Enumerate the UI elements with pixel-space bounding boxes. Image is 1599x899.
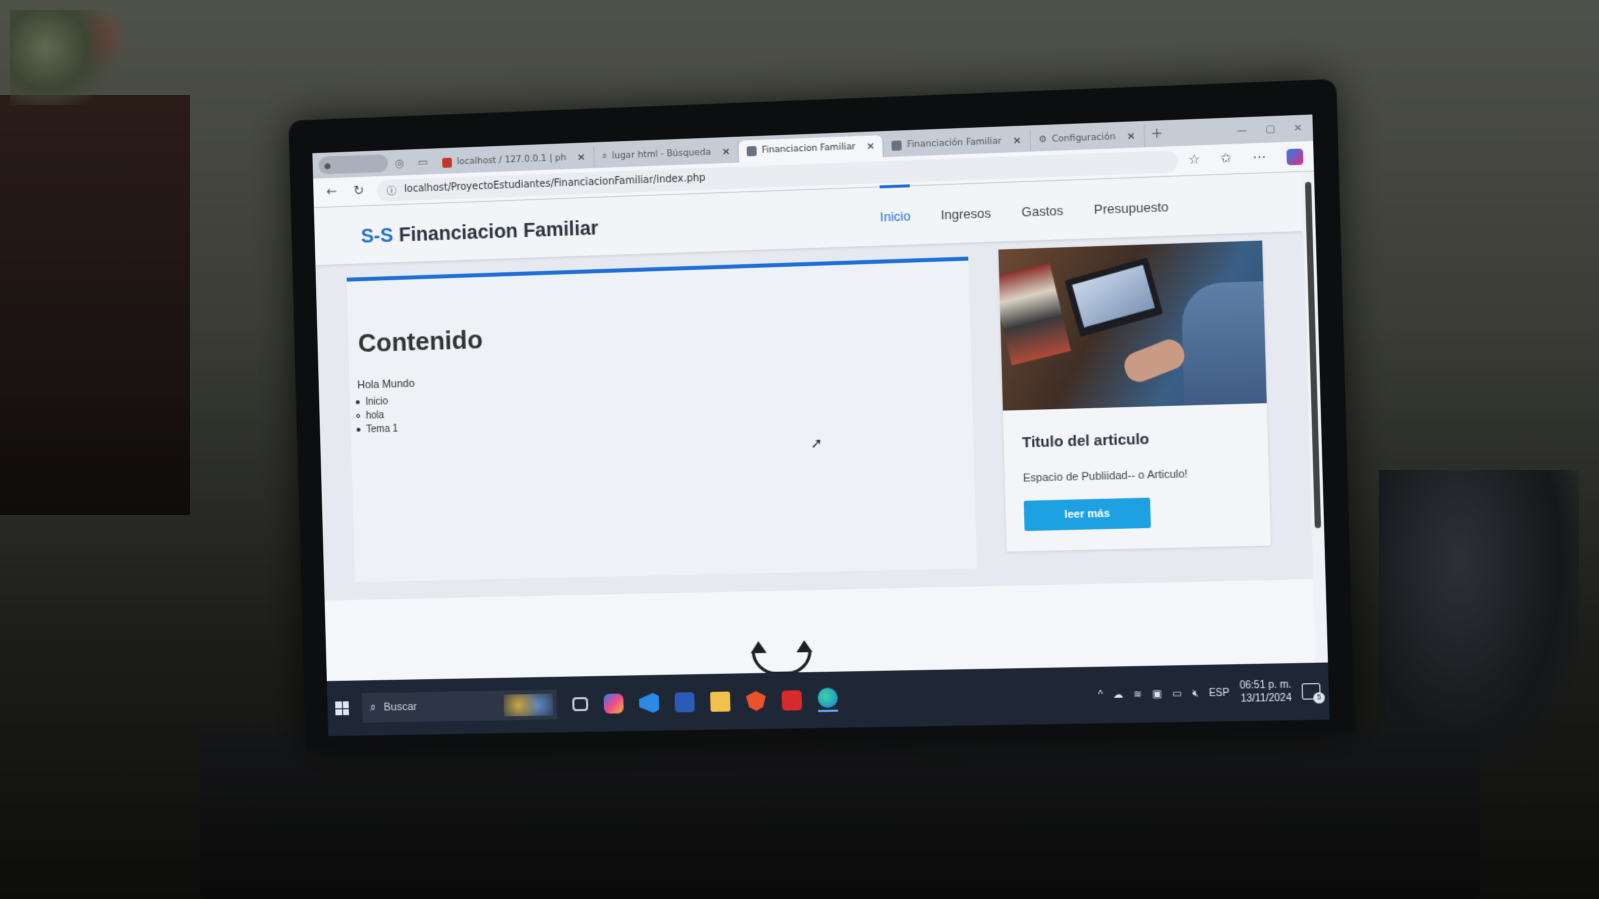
menu-item-ingresos[interactable]: Ingresos xyxy=(941,205,992,226)
list-item-text: Tema 1 xyxy=(366,423,399,435)
bullet-icon xyxy=(356,427,361,432)
tab-label: localhost / 127.0.0.1 | ph xyxy=(456,153,567,168)
bullet-icon xyxy=(356,413,361,418)
greeting-text: Hola Mundo xyxy=(357,377,415,392)
clock-time: 06:51 p. m. xyxy=(1239,679,1292,692)
laptop-base xyxy=(200,730,1480,899)
display-icon[interactable]: ▣ xyxy=(1152,688,1162,699)
desk-objects xyxy=(1379,470,1579,770)
task-view-icon[interactable] xyxy=(572,697,589,712)
brave-browser-icon[interactable] xyxy=(746,691,766,711)
volume-muted-icon[interactable]: 🔇︎ xyxy=(1192,688,1199,699)
minimize-icon[interactable]: — xyxy=(1236,125,1247,137)
phpmyadmin-icon xyxy=(442,157,453,168)
search-highlight-image xyxy=(503,693,554,717)
content-card: Contenido Hola Mundo Inicio hola Tema 1 xyxy=(346,256,977,583)
content-list: Inicio hola Tema 1 xyxy=(355,394,398,437)
back-icon[interactable]: ← xyxy=(323,185,341,200)
page-viewport: S-S Financiacion Familiar Inicio Ingresos… xyxy=(313,171,1316,682)
gear-icon: ⚙ xyxy=(1038,134,1047,146)
tab-label: Financiación Familiar xyxy=(906,136,1002,151)
close-tab-icon[interactable]: ✕ xyxy=(1127,131,1136,142)
favorite-star-icon[interactable]: ☆ xyxy=(1188,152,1200,169)
address-bar-actions: ☆ ✩ ⋯ xyxy=(1188,147,1304,169)
word-icon[interactable] xyxy=(674,692,695,713)
onedrive-icon[interactable]: ☁ xyxy=(1113,689,1124,700)
menu-item-inicio[interactable]: Inicio xyxy=(880,208,911,228)
close-window-icon[interactable]: ✕ xyxy=(1294,123,1303,135)
edge-browser-icon[interactable] xyxy=(817,687,839,708)
main-menu: Inicio Ingresos Gastos Presupuesto xyxy=(880,199,1169,228)
more-menu-icon[interactable]: ⋯ xyxy=(1252,149,1266,166)
edge-active-indicator xyxy=(817,687,839,712)
search-placeholder: Buscar xyxy=(383,701,418,714)
plant xyxy=(10,10,130,105)
laptop-bezel: ● ◎ ▭ localhost / 127.0.0.1 | ph ✕ ⌕ lug… xyxy=(288,78,1355,749)
mouse-cursor-icon: ➚ xyxy=(810,435,823,453)
vscode-icon[interactable] xyxy=(639,693,659,713)
list-item-text: hola xyxy=(365,409,385,422)
clock-date: 13/11/2024 xyxy=(1240,692,1292,705)
close-tab-icon[interactable]: ✕ xyxy=(1013,135,1022,146)
copilot-app-icon[interactable] xyxy=(603,693,624,714)
article-title: Titulo del articulo xyxy=(1021,430,1150,452)
site-icon xyxy=(891,140,903,151)
search-icon: ⌕ xyxy=(369,701,377,714)
notification-center-icon[interactable]: 5 xyxy=(1301,683,1325,704)
info-icon[interactable]: ⓘ xyxy=(387,182,397,197)
tab-label: Configuración xyxy=(1051,132,1116,145)
windows-start-icon[interactable] xyxy=(335,701,349,716)
language-indicator[interactable]: ESP xyxy=(1209,687,1230,699)
tab-label: lugar html - Búsqueda xyxy=(611,147,712,162)
bullet-icon xyxy=(355,400,360,405)
close-tab-icon[interactable]: ✕ xyxy=(866,141,875,152)
site-brand[interactable]: S-S Financiacion Familiar xyxy=(361,218,599,249)
brand-name: Financiacion Familiar xyxy=(398,217,599,247)
battery-icon[interactable]: ▭ xyxy=(1172,688,1182,699)
read-more-button[interactable]: leer más xyxy=(1023,497,1151,531)
image-books xyxy=(998,262,1072,366)
menu-item-presupuesto[interactable]: Presupuesto xyxy=(1094,199,1169,221)
laptop-screen: ● ◎ ▭ localhost / 127.0.0.1 | ph ✕ ⌕ lug… xyxy=(312,114,1330,737)
article-card: Titulo del articulo Espacio de Publiidad… xyxy=(998,240,1271,552)
close-tab-icon[interactable]: ✕ xyxy=(722,146,731,157)
tab-label: Financiacion Familiar xyxy=(761,142,856,156)
wifi-icon[interactable]: ≋ xyxy=(1133,689,1142,700)
copilot-icon[interactable] xyxy=(1286,147,1304,165)
shelf xyxy=(0,95,190,515)
taskbar-search[interactable]: ⌕ Buscar xyxy=(361,689,558,723)
image-hands xyxy=(1120,335,1189,387)
profile-icon: ● xyxy=(324,160,332,170)
profile-button[interactable]: ● xyxy=(318,154,389,175)
brand-accent: S-S xyxy=(360,224,394,248)
image-person xyxy=(1180,280,1267,411)
maximize-icon[interactable]: ▢ xyxy=(1265,124,1275,136)
acrobat-icon[interactable] xyxy=(781,690,803,711)
workspaces-icon[interactable]: ◎ xyxy=(388,156,412,170)
taskbar-apps xyxy=(572,687,839,717)
reload-icon[interactable]: ↻ xyxy=(350,184,368,199)
chevron-up-icon[interactable]: ^ xyxy=(1098,689,1103,700)
new-tab-button[interactable]: + xyxy=(1144,125,1169,142)
list-item: Inicio xyxy=(355,394,398,409)
content-title: Contenido xyxy=(357,324,484,358)
list-item: Tema 1 xyxy=(356,422,398,437)
system-tray: ^ ☁ ≋ ▣ ▭ 🔇︎ ESP 06:51 p. m. 13/11/2024 … xyxy=(1098,678,1325,708)
notification-count: 5 xyxy=(1313,692,1325,704)
site-icon xyxy=(746,145,758,157)
list-item-text: Inicio xyxy=(365,395,389,408)
menu-item-gastos[interactable]: Gastos xyxy=(1021,203,1063,224)
search-icon: ⌕ xyxy=(601,151,608,162)
close-tab-icon[interactable]: ✕ xyxy=(577,152,586,163)
clock[interactable]: 06:51 p. m. 13/11/2024 xyxy=(1239,678,1291,705)
tab-actions-icon[interactable]: ▭ xyxy=(411,155,435,169)
image-laptop xyxy=(1064,257,1164,337)
url-text: localhost/ProyectoEstudiantes/Financiaci… xyxy=(404,172,706,195)
file-explorer-icon[interactable] xyxy=(710,691,731,712)
article-image xyxy=(998,240,1267,411)
favorites-icon[interactable]: ✩ xyxy=(1220,151,1232,168)
article-description: Espacio de Publiidad-- o Articulo! xyxy=(1022,468,1188,485)
window-controls: — ▢ ✕ xyxy=(1236,122,1313,137)
list-item: hola xyxy=(356,408,398,423)
